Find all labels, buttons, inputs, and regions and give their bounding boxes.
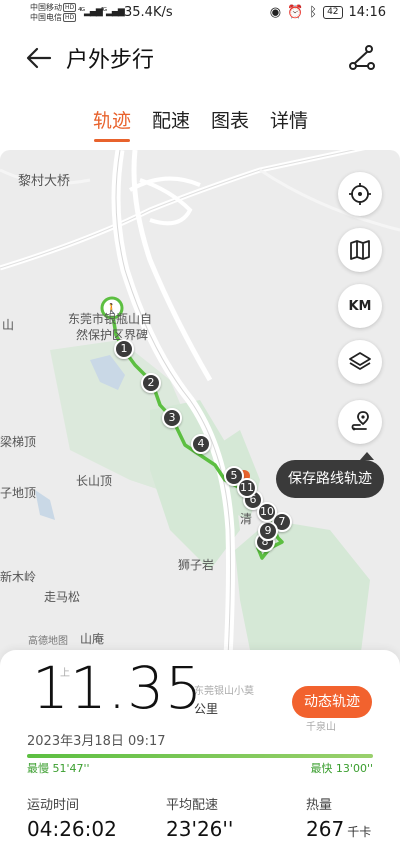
map-label: 狮子岩 [178,558,215,572]
status-bar: 中国移动 HD 中国电信 HD ⁴ᴳ▂▄▆ ⁴ᴳ▂▄▆ 35.4K/s ◉ ⏰ ᛒ … [0,0,400,28]
map-icon [350,240,370,260]
pace-bar [27,754,373,758]
carrier-1: 中国移动 [30,3,62,12]
stat-calories: 热量 267 千卡 [306,794,371,841]
tab-chart[interactable]: 图表 [207,106,253,133]
route-pin-icon [351,411,369,431]
carrier-info: 中国移动 HD 中国电信 HD [30,3,77,23]
stat-duration: 运动时间 04:26:02 [27,794,117,841]
map-label: 新木岭 [0,570,37,584]
alarm-icon: ⏰ [287,5,304,20]
map-label: 子地顶 [0,486,37,500]
pace-fastest: 最快 13'00'' [310,762,373,775]
stat-label: 热量 [306,798,333,813]
km-marker-9: 9 [258,521,278,541]
stat-label: 运动时间 [27,798,80,813]
pace-slowest: 最慢 51'47'' [27,762,90,775]
distance-value: 11.35 [32,654,204,722]
stat-value: 04:26:02 [27,817,117,841]
carrier-2: 中国电信 [30,13,62,22]
stat-label: 平均配速 [166,798,219,813]
map-label: 山 [2,318,15,332]
map-label: 然保护区界碑 [76,328,149,342]
km-marker-11: 11 [237,478,257,498]
battery-icon: 42 [323,6,343,19]
app-header: 户外步行 [0,38,400,78]
network-speed: 35.4K/s [124,5,173,20]
route-map[interactable]: 🚶 黎村大桥 东莞市银瓶山自 然保护区界碑 山 梁梯顶 子地顶 长山顶 清 狮子… [0,150,400,690]
water-area [35,490,55,520]
map-attribution: 高德地图 [28,636,68,647]
stat-value: 267 千卡 [306,817,372,841]
signal-icon: ⁴ᴳ▂▄▆ [100,7,125,17]
map-type-button[interactable] [338,228,382,272]
signal-icon: ⁴ᴳ▂▄▆ [78,7,103,17]
save-route-tooltip: 保存路线轨迹 [276,452,384,498]
tab-active-indicator [94,139,130,142]
km-marker-4: 4 [191,434,211,454]
tab-details[interactable]: 详情 [266,106,312,133]
km-marker-2: 2 [141,373,161,393]
map-label: 清 [240,512,253,526]
km-marker-1: 1 [114,339,134,359]
km-marker-10: 10 [257,502,277,522]
stat-avg-pace: 平均配速 23'26'' [166,794,233,841]
km-label: KM [348,298,372,314]
status-right: ◉ ⏰ ᛒ 42 14:16 [270,5,386,20]
hd-badge: HD [63,3,77,12]
stat-value: 23'26'' [166,817,234,841]
share-icon [349,45,375,70]
map-label: 梁梯顶 [0,435,37,449]
save-route-button[interactable] [338,400,382,444]
map-label: 山庵 [80,632,105,646]
hd-badge: HD [63,13,77,22]
bluetooth-icon: ᛒ [309,5,318,20]
km-marker-3: 3 [162,408,182,428]
tab-bar: 轨迹 配速 图表 详情 [0,106,400,142]
map-label: 黎村大桥 [18,174,71,189]
eye-icon: ◉ [269,5,282,20]
map-label: 走马松 [44,590,81,604]
km-toggle-button[interactable]: KM [338,284,382,328]
layers-button[interactable] [338,340,382,384]
map-label: 东莞市银瓶山自 [68,312,153,326]
tab-track[interactable]: 轨迹 [89,106,135,133]
summary-card: 东莞银山小莫 千泉山 上 11.35 公里 动态轨迹 2023年3月18日 09… [0,650,400,866]
tab-pace[interactable]: 配速 [148,106,194,133]
map-label-faded: 千泉山 [306,722,336,733]
crosshair-icon [349,183,371,205]
arrow-left-icon [26,47,52,69]
map-label: 长山顶 [76,474,113,488]
locate-button[interactable] [338,172,382,216]
activity-date: 2023年3月18日 09:17 [27,734,166,749]
page-title: 户外步行 [66,48,155,73]
share-button[interactable] [348,44,376,72]
dynamic-track-button[interactable]: 动态轨迹 [292,686,372,718]
layers-icon [349,352,371,370]
back-button[interactable] [24,44,54,72]
clock: 14:16 [348,5,386,20]
distance-unit: 公里 [194,702,219,716]
